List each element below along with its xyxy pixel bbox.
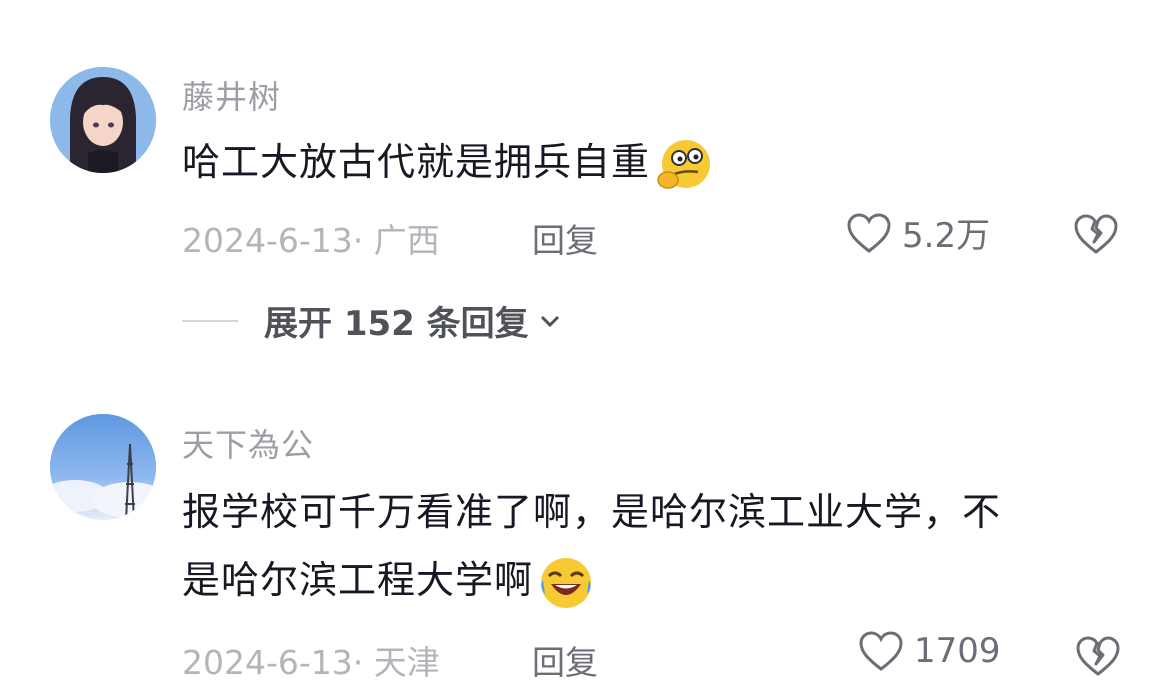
comment-date-location: 2024-6-13· 广西 (182, 221, 440, 260)
heart-icon (847, 212, 891, 253)
comment-item: 天下為公 报学校可千万看准了啊，是哈尔滨工业大学，不 是哈尔滨工程大学啊 202… (0, 400, 1170, 697)
comment-text: 报学校可千万看准了啊，是哈尔滨工业大学，不 是哈尔滨工程大学啊 (182, 478, 1142, 614)
avatar[interactable] (50, 67, 156, 173)
avatar[interactable] (50, 414, 156, 520)
like-button[interactable]: 1709 (858, 630, 1001, 672)
username[interactable]: 天下為公 (182, 420, 314, 466)
laughing-crying-face-icon (541, 557, 592, 608)
expand-replies-button[interactable]: 展开 152 条回复 (182, 296, 561, 345)
like-button[interactable]: 5.2万 (846, 208, 990, 257)
divider (182, 319, 238, 322)
expand-replies-label: 展开 152 条回复 (264, 304, 529, 344)
comment-date-location: 2024-6-13· 天津 (182, 643, 440, 682)
reply-button[interactable]: 回复 (532, 636, 598, 684)
reply-button[interactable]: 回复 (532, 214, 598, 262)
comment-item: 藤井树 哈工大放古代就是拥兵自重 2024-6-13· 广西 回复 5.2万 展… (0, 0, 1170, 360)
heart-icon (859, 631, 903, 671)
broken-heart-icon[interactable] (1074, 634, 1122, 678)
broken-heart-icon[interactable] (1072, 212, 1120, 256)
chevron-down-icon (540, 315, 559, 327)
comment-text: 哈工大放古代就是拥兵自重 (182, 128, 1142, 196)
sky-tower-avatar-icon (50, 414, 156, 520)
username[interactable]: 藤井树 (182, 72, 281, 118)
like-count: 5.2万 (902, 216, 991, 256)
thinking-face-icon (657, 139, 711, 189)
like-count: 1709 (914, 631, 1001, 671)
anime-girl-avatar-icon (50, 67, 156, 173)
